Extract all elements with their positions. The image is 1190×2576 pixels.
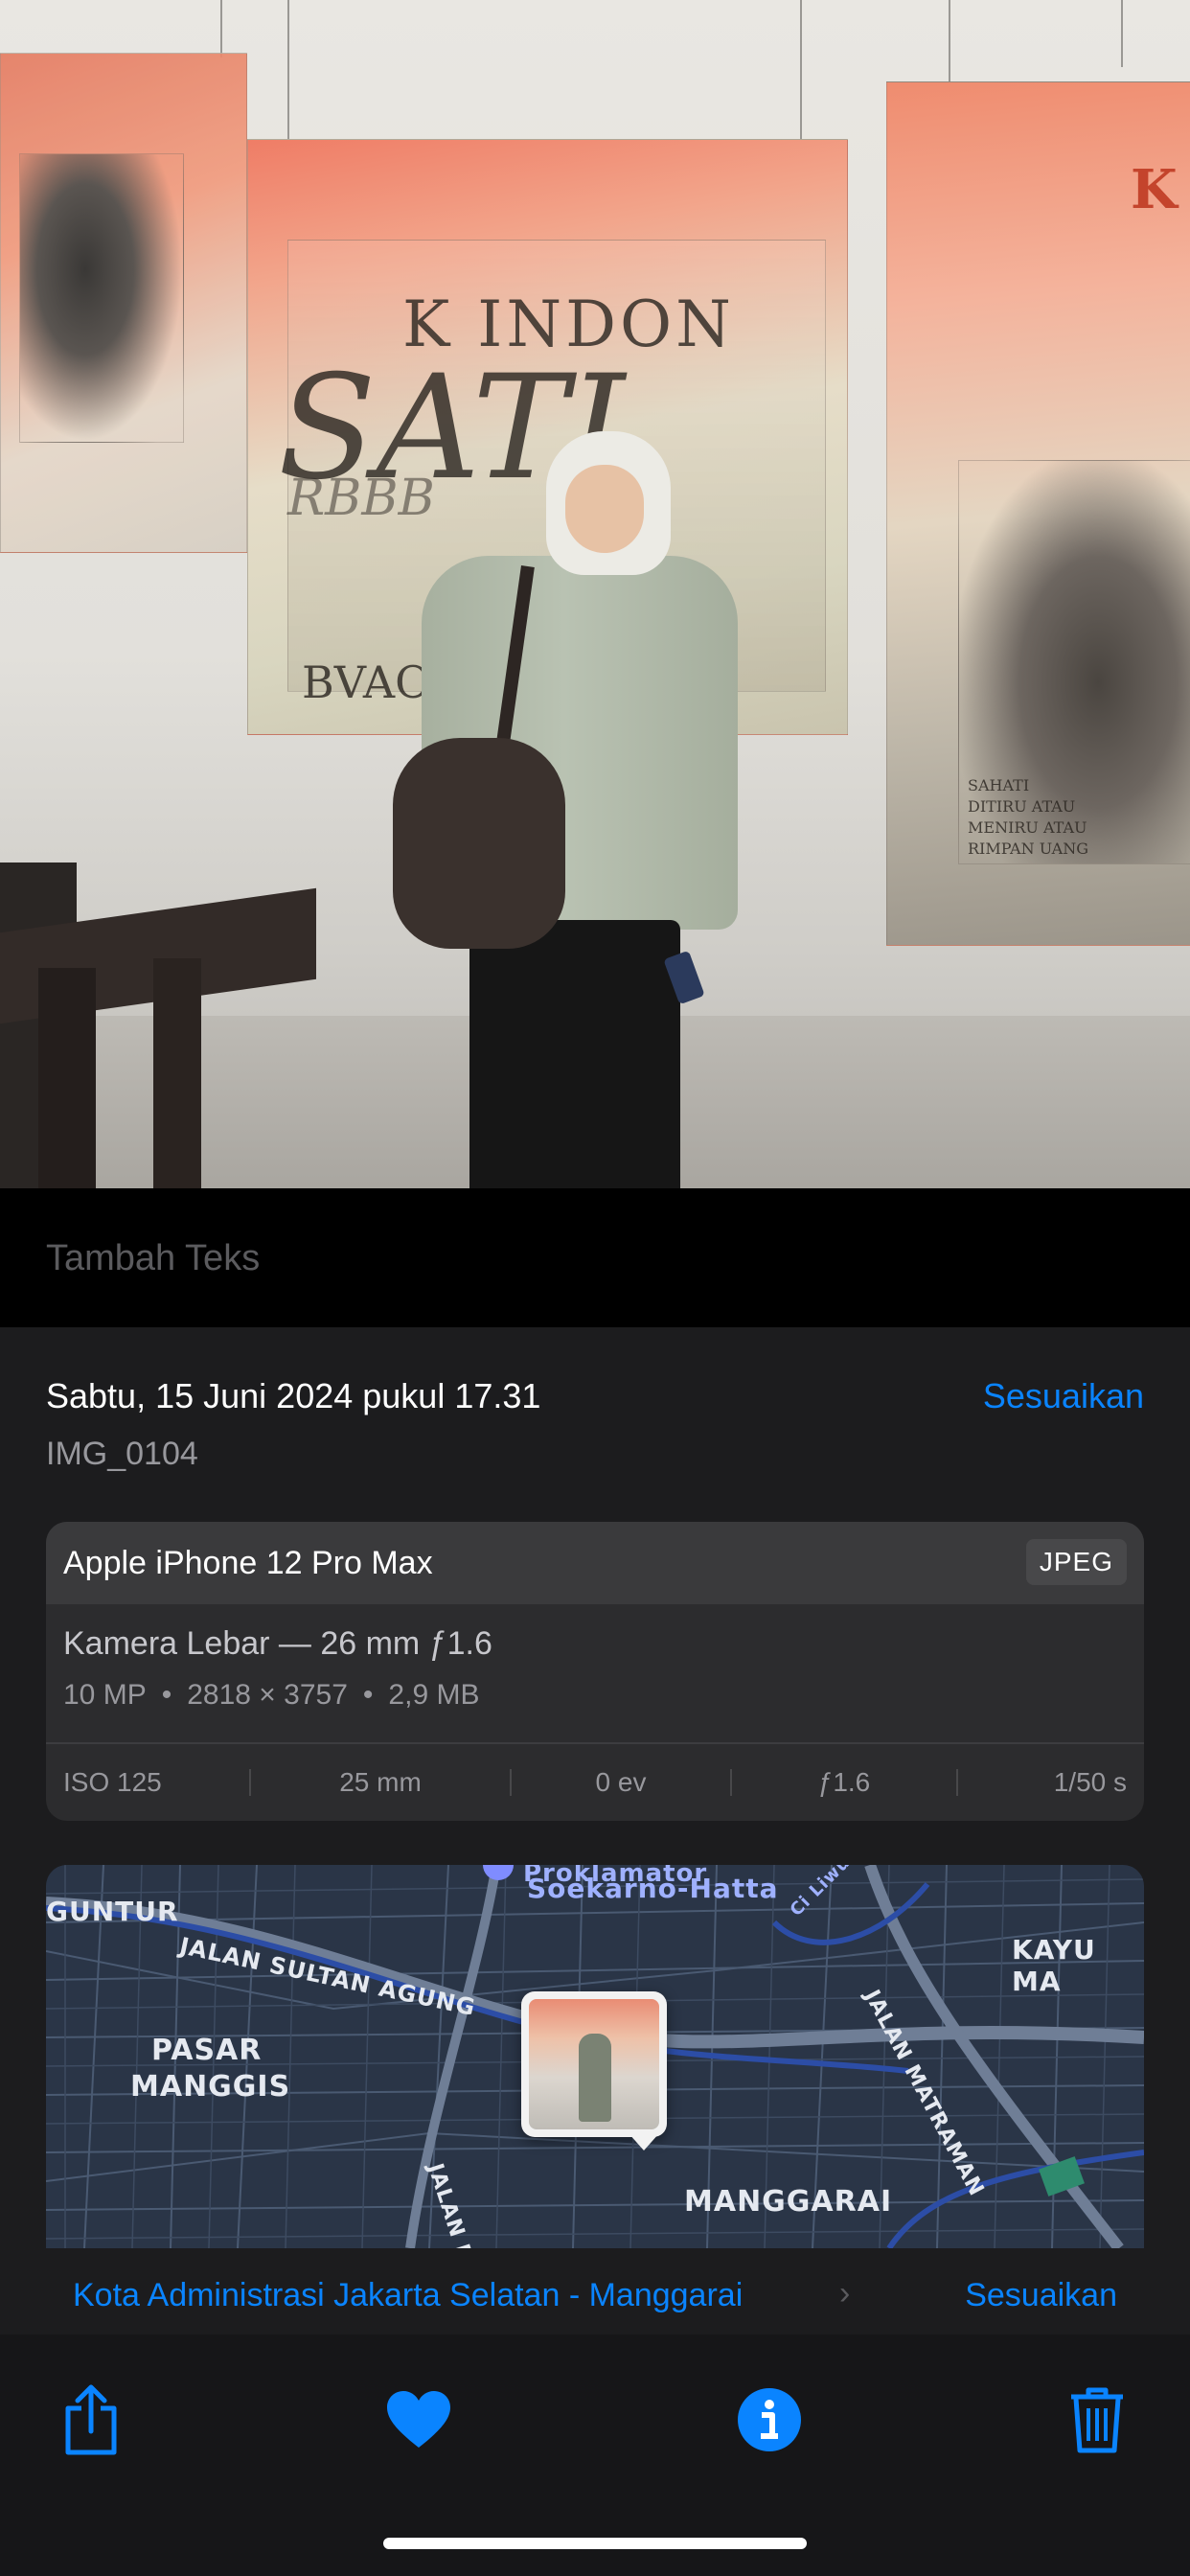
person <box>383 422 747 1188</box>
camera-info-header: Apple iPhone 12 Pro Max JPEG <box>46 1522 1144 1604</box>
exif-focal-length: 25 mm <box>339 1767 422 1797</box>
pin-pointer <box>629 2133 659 2150</box>
panel-text: K <box>1131 158 1178 221</box>
exif-iso: ISO 125 <box>63 1767 162 1797</box>
exif-exposure-value: 0 ev <box>595 1767 647 1797</box>
format-badge: JPEG <box>1025 1539 1127 1585</box>
location-name[interactable]: Kota Administrasi Jakarta Selatan - Mang… <box>73 2277 743 2314</box>
image-specs: 10 MP • 2818 × 3757 • 2,9 MB <box>63 1679 479 1712</box>
map-label-manggis: MANGGIS <box>130 2070 291 2104</box>
capture-date: Sabtu, 15 Juni 2024 pukul 17.31 <box>46 1376 541 1415</box>
map-label-manggarai: MANGGARAI <box>684 2185 893 2219</box>
separator-dot: • <box>161 1679 172 1711</box>
hanging-wire <box>287 0 289 144</box>
file-name: IMG_0104 <box>46 1436 198 1472</box>
trash-icon <box>1071 2387 1123 2453</box>
map-label-monument: Soekarno-Hatta <box>527 1873 779 1904</box>
share-icon <box>65 2384 117 2455</box>
bench-leg <box>38 968 96 1188</box>
hanging-wire <box>949 0 950 86</box>
caption-field[interactable]: Tambah Teks <box>0 1188 1190 1327</box>
exif-aperture: ƒ1.6 <box>817 1767 871 1797</box>
panel-text: MENIRU ATAU <box>968 818 1087 837</box>
location-row[interactable]: Kota Administrasi Jakarta Selatan - Mang… <box>46 2248 1144 2334</box>
face <box>565 465 644 553</box>
location-map[interactable]: Proklamator Soekarno-Hatta GUNTUR JALAN … <box>46 1865 1144 2248</box>
map-label-kayu: KAYU MA <box>1012 1934 1096 1997</box>
panel-text: SAHATI <box>968 776 1030 794</box>
map-label-guntur: GUNTUR <box>46 1896 179 1927</box>
delete-button[interactable] <box>1054 2377 1140 2463</box>
favorite-button[interactable] <box>376 2377 462 2463</box>
separator-dot: • <box>362 1679 374 1711</box>
device-name: Apple iPhone 12 Pro Max <box>63 1545 433 1581</box>
hanging-wire <box>220 0 222 58</box>
hanging-wire <box>800 0 802 144</box>
exif-shutter-speed: 1/50 s <box>1053 1767 1127 1797</box>
pants <box>469 920 680 1188</box>
camera-info-card: Apple iPhone 12 Pro Max JPEG Kamera Leba… <box>46 1522 1144 1821</box>
photo-view[interactable]: K INDON SATI RBBB BVAO K SAHATI DITIRU A… <box>0 0 1190 1188</box>
megapixels: 10 MP <box>63 1679 147 1711</box>
home-indicator <box>383 2538 807 2549</box>
file-size: 2,9 MB <box>388 1679 480 1711</box>
lens-info: Kamera Lebar — 26 mm ƒ1.6 <box>63 1625 492 1662</box>
info-icon <box>738 2388 801 2451</box>
info-button[interactable] <box>726 2377 812 2463</box>
resolution: 2818 × 3757 <box>187 1679 348 1711</box>
hanging-wire <box>1121 0 1123 67</box>
handbag <box>393 738 565 949</box>
bench-leg <box>153 958 201 1188</box>
adjust-location-button[interactable]: Sesuaikan <box>965 2277 1117 2314</box>
chevron-right-icon: › <box>839 2275 851 2312</box>
adjust-date-button[interactable]: Sesuaikan <box>983 1376 1144 1416</box>
map-label-pasar: PASAR <box>151 2034 263 2067</box>
panel-text: DITIRU ATAU <box>968 797 1076 816</box>
caption-placeholder: Tambah Teks <box>46 1238 261 1278</box>
photo-thumbnail <box>529 1999 659 2129</box>
panel-text: RIMPAN UANG <box>968 840 1089 858</box>
photo-location-pin[interactable] <box>521 1991 667 2137</box>
share-button[interactable] <box>48 2377 134 2463</box>
heart-icon <box>387 2391 450 2448</box>
thumbnail-person <box>579 2034 611 2122</box>
banknote-portrait <box>19 153 184 443</box>
